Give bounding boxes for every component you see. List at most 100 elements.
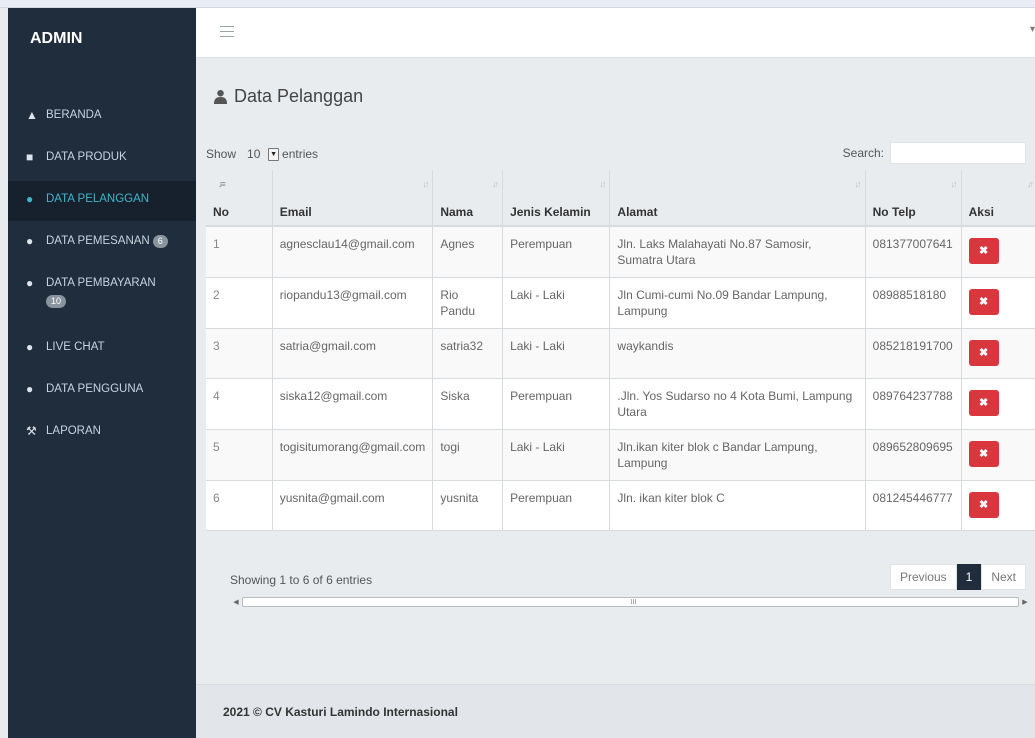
action-cell: ✖ [961, 226, 1035, 278]
address-cell: Jln. ikan kiter blok C [609, 480, 866, 531]
user-dropdown-caret-icon[interactable]: ▾ [1030, 24, 1035, 35]
column-header-no-telp[interactable]: ↓↑ No Telp [865, 170, 962, 227]
sidebar-item-beranda[interactable]: ▲ BERANDA [8, 97, 196, 137]
sort-icon: ↓↑ [422, 179, 429, 189]
entries-select[interactable]: 10 ▼ [242, 144, 280, 164]
sort-icon: ↓≡ [218, 179, 226, 189]
name-cell: satria32 [432, 328, 504, 379]
sidebar-item-data-produk[interactable]: ■ DATA PRODUK [8, 139, 196, 179]
sidebar-item-label: BERANDA [46, 108, 102, 123]
column-header-alamat[interactable]: ↓↑ Alamat [609, 170, 866, 227]
action-cell: ✖ [961, 429, 1035, 481]
phone-cell: 08988518180 [865, 277, 962, 329]
brand-title: ADMIN [30, 30, 83, 47]
show-label: Show [206, 147, 237, 161]
main-content: ▾ Data Pelanggan Show 10 ▼ entries Searc… [196, 8, 1035, 738]
close-icon: ✖ [979, 347, 989, 359]
file-icon: ■ [26, 150, 34, 164]
address-cell: .Jln. Yos Sudarso no 4 Kota Bumi, Lampun… [609, 378, 866, 430]
table-header-row: ↓≡ No ↓↑ Email ↓↑ Nama ↓↑ Jenis Kelamin ↓↑ Alamat… [206, 170, 1035, 227]
sidebar-item-laporan[interactable]: ⚒ LAPORAN [8, 413, 196, 453]
sidebar-item-data-pembayaran[interactable]: ● DATA PEMBAYARAN 10 [8, 265, 196, 317]
page-1-button[interactable]: 1 [956, 564, 982, 590]
customers-table: ↓≡ No ↓↑ Email ↓↑ Nama ↓↑ Jenis Kelamin ↓↑ Alamat… [206, 170, 1035, 531]
top-navbar: ▾ [196, 8, 1035, 58]
column-header-email[interactable]: ↓↑ Email [272, 170, 434, 227]
delete-button[interactable]: ✖ [968, 492, 999, 518]
sidebar-item-text: BERANDA [46, 109, 102, 121]
row-number: 5 [206, 429, 273, 481]
tools-icon: ⚒ [26, 424, 37, 438]
column-header-label: Alamat [617, 205, 658, 219]
sidebar-item-text: LIVE CHAT [46, 341, 105, 353]
entries-select-value: 10 [247, 147, 261, 161]
scroll-right-icon[interactable]: ▶ [1019, 598, 1031, 606]
sidebar-item-text: DATA PEMBAYARAN [46, 277, 156, 289]
next-page-button[interactable]: Next [981, 564, 1026, 590]
close-icon: ✖ [979, 448, 989, 460]
table-row: 1 agnesclau14@gmail.com Agnes Perempuan Jln.… [206, 226, 1035, 278]
search-label: Search: [842, 146, 884, 160]
action-cell: ✖ [961, 378, 1035, 430]
previous-page-button[interactable]: Previous [889, 564, 957, 590]
delete-button[interactable]: ✖ [968, 441, 999, 467]
sidebar-item-text: LAPORAN [46, 425, 101, 437]
gender-cell: Laki - Laki [502, 328, 611, 379]
sidebar-item-data-pengguna[interactable]: ● DATA PENGGUNA [8, 371, 196, 411]
user-icon: ● [26, 382, 34, 396]
sidebar-item-data-pemesanan[interactable]: ● DATA PEMESANAN 6 [8, 223, 196, 263]
email-cell: siska12@gmail.com [272, 378, 434, 430]
sidebar-item-label: DATA PEMESANAN 6 [46, 234, 168, 249]
scrollbar-track[interactable]: III [242, 597, 1019, 607]
sidebar-item-data-pelanggan[interactable]: ● DATA PELANGGAN [8, 181, 196, 221]
column-header-jenis-kelamin[interactable]: ↓↑ Jenis Kelamin [502, 170, 611, 227]
row-number: 6 [206, 480, 273, 531]
user-icon: ● [26, 234, 34, 248]
sidebar-item-text: DATA PEMESANAN [46, 235, 150, 247]
sort-icon: ↓↑ [854, 179, 862, 189]
column-header-nama[interactable]: ↓↑ Nama [432, 170, 504, 227]
name-cell: Agnes [432, 226, 504, 278]
column-header-label: Aksi [968, 205, 994, 219]
address-cell: Jln.ikan kiter blok c Bandar Lampung, La… [609, 429, 866, 481]
row-number: 4 [206, 378, 273, 430]
sort-icon: ↓↑ [950, 179, 958, 189]
table-info: Showing 1 to 6 of 6 entries [230, 573, 373, 587]
address-cell: Jln. Laks Malahayati No.87 Samosir, Suma… [609, 226, 866, 278]
table-body: 1 agnesclau14@gmail.com Agnes Perempuan Jln.… [206, 226, 1035, 531]
sidebar-item-live-chat[interactable]: ● LIVE CHAT [8, 329, 196, 369]
email-cell: satria@gmail.com [272, 328, 434, 379]
table-search: Search: [843, 142, 1026, 164]
delete-button[interactable]: ✖ [968, 289, 999, 315]
sidebar-item-label: DATA PENGGUNA [46, 382, 143, 397]
horizontal-scrollbar[interactable]: ◀ III ▶ [230, 596, 1031, 608]
address-cell: waykandis [609, 328, 866, 379]
scroll-left-icon[interactable]: ◀ [230, 598, 242, 606]
name-cell: togi [432, 429, 504, 481]
sidebar-item-label: DATA PELANGGAN [46, 192, 149, 207]
footer: 2021 © CV Kasturi Lamindo Internasional [196, 684, 1035, 738]
pagination: Previous 1 Next [889, 564, 1026, 590]
chevron-down-icon: ▼ [268, 147, 280, 161]
count-badge: 10 [46, 295, 67, 308]
column-header-no[interactable]: ↓≡ No [206, 170, 273, 227]
action-cell: ✖ [961, 328, 1035, 379]
phone-cell: 089652809695 [865, 429, 962, 481]
phone-cell: 085218191700 [865, 328, 962, 379]
sort-icon: ↓↑ [1027, 179, 1034, 189]
phone-cell: 089764237788 [865, 378, 962, 430]
sidebar-item-text: DATA PRODUK [46, 151, 127, 163]
table-row: 2 riopandu13@gmail.com Rio Pandu Laki - Lak… [206, 277, 1035, 329]
table-row: 5 togisitumorang@gmail.com togi Laki - Laki… [206, 429, 1035, 481]
user-icon: ● [26, 276, 34, 290]
delete-button[interactable]: ✖ [968, 340, 999, 366]
sidebar-item-label: DATA PRODUK [46, 150, 127, 165]
menu-toggle-icon[interactable] [220, 26, 234, 38]
delete-button[interactable]: ✖ [968, 238, 999, 264]
entries-length-control: Show 10 ▼ entries [206, 144, 318, 164]
gender-cell: Laki - Laki [502, 277, 611, 329]
column-header-aksi[interactable]: ↓↑ Aksi [961, 170, 1035, 227]
search-input[interactable] [890, 142, 1026, 164]
delete-button[interactable]: ✖ [968, 390, 999, 416]
gender-cell: Perempuan [502, 378, 611, 430]
